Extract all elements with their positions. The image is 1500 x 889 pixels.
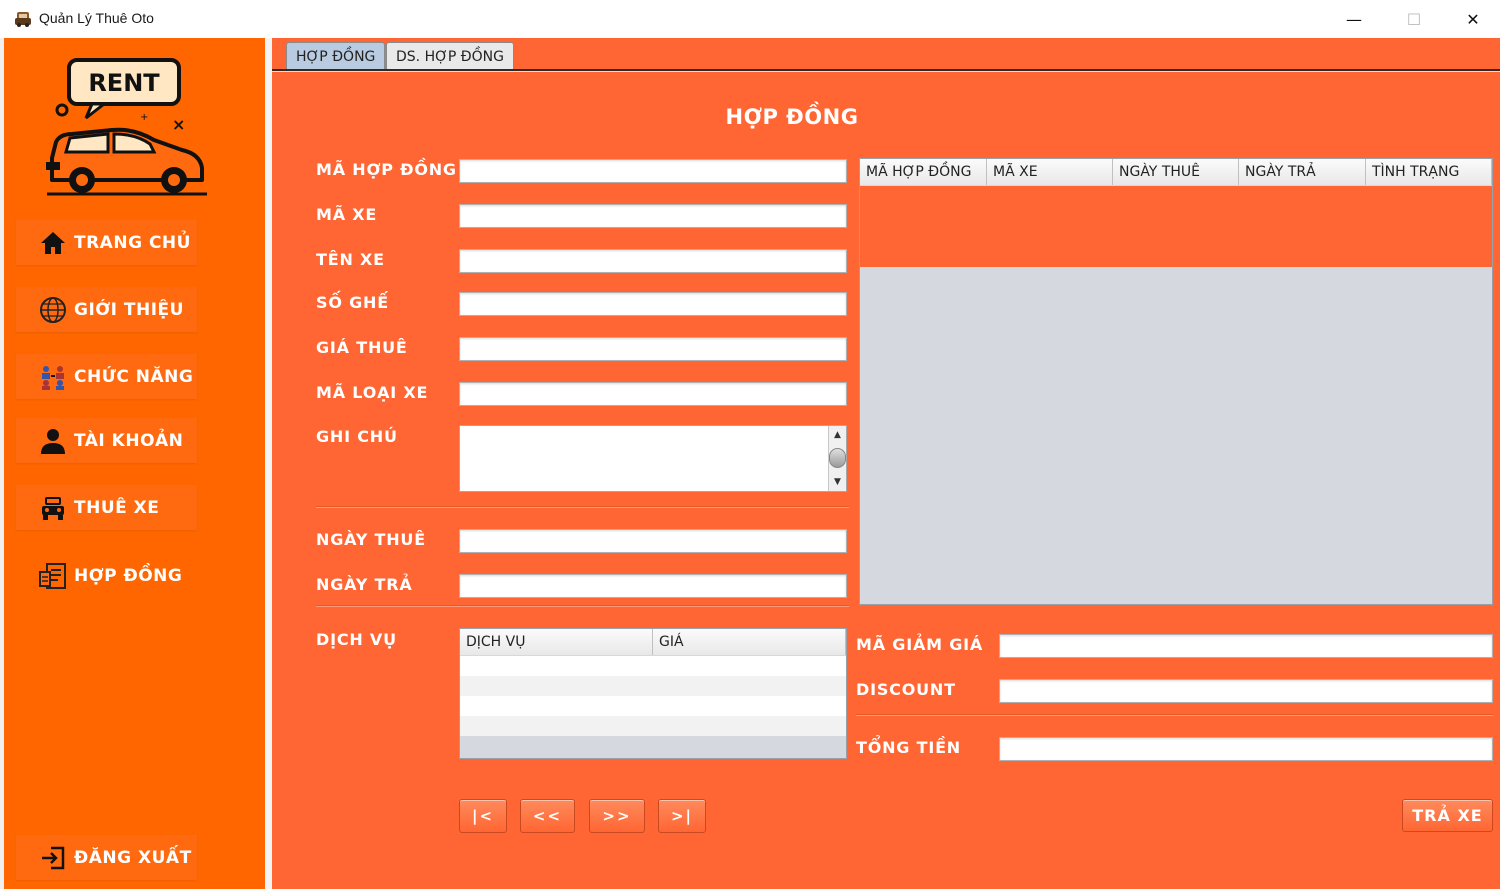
sidebar-item-thue-xe[interactable]: THUÊ XE bbox=[16, 485, 197, 530]
ma-xe-field[interactable] bbox=[459, 204, 847, 228]
contract-table-body[interactable] bbox=[860, 186, 1492, 267]
label-tong-tien: TỔNG TIỀN bbox=[856, 738, 961, 757]
features-icon bbox=[38, 362, 68, 392]
main-panel: HỢP ĐỒNG DS. HỢP ĐỒNG HỢP ĐỒNG MÃ HỢP ĐỒ… bbox=[272, 38, 1500, 889]
sidebar-item-tai-khoan[interactable]: TÀI KHOẢN bbox=[16, 418, 197, 463]
table-row[interactable] bbox=[460, 656, 846, 676]
sidebar-item-dang-xuat[interactable]: ĐĂNG XUẤT bbox=[16, 835, 197, 880]
separator bbox=[316, 605, 849, 607]
logo-text: RENT bbox=[88, 69, 160, 97]
separator bbox=[856, 714, 1493, 716]
ten-xe-field[interactable] bbox=[459, 249, 847, 273]
contract-icon bbox=[38, 561, 68, 591]
discount-field[interactable] bbox=[999, 679, 1493, 703]
sidebar-item-label: CHỨC NĂNG bbox=[74, 366, 194, 387]
page-title: HỢP ĐỒNG bbox=[725, 105, 859, 129]
label-ma-loai-xe: MÃ LOẠI XE bbox=[316, 383, 429, 402]
column-header-dich-vu[interactable]: DỊCH VỤ bbox=[460, 629, 653, 655]
next-record-button[interactable]: >> bbox=[589, 799, 645, 833]
ghi-chu-textarea[interactable]: ▲ ▼ bbox=[459, 425, 847, 492]
label-so-ghe: SỐ GHẾ bbox=[316, 293, 389, 312]
label-ma-giam-gia: MÃ GIẢM GIÁ bbox=[856, 635, 984, 654]
tong-tien-field[interactable] bbox=[999, 737, 1493, 761]
scroll-up-icon[interactable]: ▲ bbox=[829, 428, 846, 442]
contract-table[interactable]: MÃ HỢP ĐỒNG MÃ XE NGÀY THUÊ NGÀY TRẢ TÌN… bbox=[859, 158, 1493, 605]
tab-ds-hop-dong[interactable]: DS. HỢP ĐỒNG bbox=[386, 42, 514, 70]
minimize-button[interactable]: — bbox=[1325, 0, 1383, 38]
separator bbox=[316, 506, 849, 508]
divider bbox=[265, 38, 272, 889]
column-header-gia[interactable]: GIÁ bbox=[653, 629, 846, 655]
app-icon bbox=[15, 12, 31, 27]
label-discount: DISCOUNT bbox=[856, 680, 956, 699]
service-table-header: DỊCH VỤ GIÁ bbox=[460, 629, 846, 655]
contract-table-header: MÃ HỢP ĐỒNG MÃ XE NGÀY THUÊ NGÀY TRẢ TÌN… bbox=[860, 159, 1492, 185]
tab-hop-dong[interactable]: HỢP ĐỒNG bbox=[286, 42, 386, 70]
sidebar-item-label: GIỚI THIỆU bbox=[74, 299, 184, 320]
service-table[interactable]: DỊCH VỤ GIÁ bbox=[459, 628, 847, 759]
sidebar-item-label: TRANG CHỦ bbox=[74, 232, 191, 253]
svg-text:+: + bbox=[140, 112, 148, 123]
column-header-ngay-tra[interactable]: NGÀY TRẢ bbox=[1239, 159, 1366, 185]
ma-giam-gia-field[interactable] bbox=[999, 634, 1493, 658]
user-icon bbox=[38, 426, 68, 456]
car-icon bbox=[38, 493, 68, 523]
rent-car-logo: RENT × + bbox=[46, 58, 207, 196]
tab-bar: HỢP ĐỒNG DS. HỢP ĐỒNG bbox=[272, 38, 1500, 72]
tab-underline-highlight bbox=[272, 71, 1500, 72]
last-record-button[interactable]: >| bbox=[658, 799, 706, 833]
sidebar-item-label: TÀI KHOẢN bbox=[74, 430, 184, 451]
maximize-button[interactable]: ☐ bbox=[1385, 0, 1443, 38]
table-row[interactable] bbox=[460, 696, 846, 716]
ma-loai-xe-field[interactable] bbox=[459, 382, 847, 406]
label-ghi-chu: GHI CHÚ bbox=[316, 427, 398, 446]
ngay-thue-field[interactable] bbox=[459, 529, 847, 553]
so-ghe-field[interactable] bbox=[459, 292, 847, 316]
sidebar-item-label: ĐĂNG XUẤT bbox=[74, 847, 192, 868]
sidebar-item-gioi-thieu[interactable]: GIỚI THIỆU bbox=[16, 287, 197, 332]
sidebar: RENT × + TRANG CHỦ GIỚI THIỆU CHỨC NĂNG bbox=[4, 38, 265, 889]
label-ngay-tra: NGÀY TRẢ bbox=[316, 575, 413, 594]
table-row[interactable] bbox=[460, 716, 846, 736]
label-ngay-thue: NGÀY THUÊ bbox=[316, 530, 426, 549]
window-title: Quản Lý Thuê Oto bbox=[39, 10, 154, 26]
home-icon bbox=[38, 228, 68, 258]
label-dich-vu: DỊCH VỤ bbox=[316, 630, 397, 649]
sidebar-item-chuc-nang[interactable]: CHỨC NĂNG bbox=[16, 354, 197, 399]
scroll-down-icon[interactable]: ▼ bbox=[829, 475, 846, 489]
ngay-tra-field[interactable] bbox=[459, 574, 847, 598]
previous-record-button[interactable]: << bbox=[520, 799, 575, 833]
sidebar-item-label: HỢP ĐỒNG bbox=[74, 565, 183, 586]
sidebar-item-label: THUÊ XE bbox=[74, 497, 160, 518]
ma-hop-dong-field[interactable] bbox=[459, 159, 847, 183]
table-row[interactable] bbox=[460, 676, 846, 696]
first-record-button[interactable]: |< bbox=[459, 799, 507, 833]
column-header-tinh-trang[interactable]: TÌNH TRẠNG bbox=[1366, 159, 1492, 185]
title-bar: Quản Lý Thuê Oto — ☐ ✕ bbox=[0, 0, 1500, 38]
logout-icon bbox=[38, 843, 68, 873]
column-header-ma-hop-dong[interactable]: MÃ HỢP ĐỒNG bbox=[860, 159, 987, 185]
label-ma-hop-dong: MÃ HỢP ĐỒNG bbox=[316, 160, 457, 179]
column-header-ma-xe[interactable]: MÃ XE bbox=[987, 159, 1113, 185]
return-car-button[interactable]: TRẢ XE bbox=[1402, 799, 1493, 832]
scroll-thumb[interactable] bbox=[829, 448, 846, 468]
svg-text:×: × bbox=[172, 115, 185, 134]
gia-thue-field[interactable] bbox=[459, 337, 847, 361]
column-header-ngay-thue[interactable]: NGÀY THUÊ bbox=[1113, 159, 1239, 185]
label-ma-xe: MÃ XE bbox=[316, 205, 378, 224]
label-ten-xe: TÊN XE bbox=[316, 250, 385, 269]
sidebar-item-trang-chu[interactable]: TRANG CHỦ bbox=[16, 220, 197, 265]
notes-scrollbar[interactable]: ▲ ▼ bbox=[828, 426, 846, 491]
close-button[interactable]: ✕ bbox=[1444, 0, 1500, 38]
sidebar-item-hop-dong[interactable]: HỢP ĐỒNG bbox=[16, 553, 197, 598]
label-gia-thue: GIÁ THUÊ bbox=[316, 338, 408, 357]
globe-icon bbox=[38, 295, 68, 325]
